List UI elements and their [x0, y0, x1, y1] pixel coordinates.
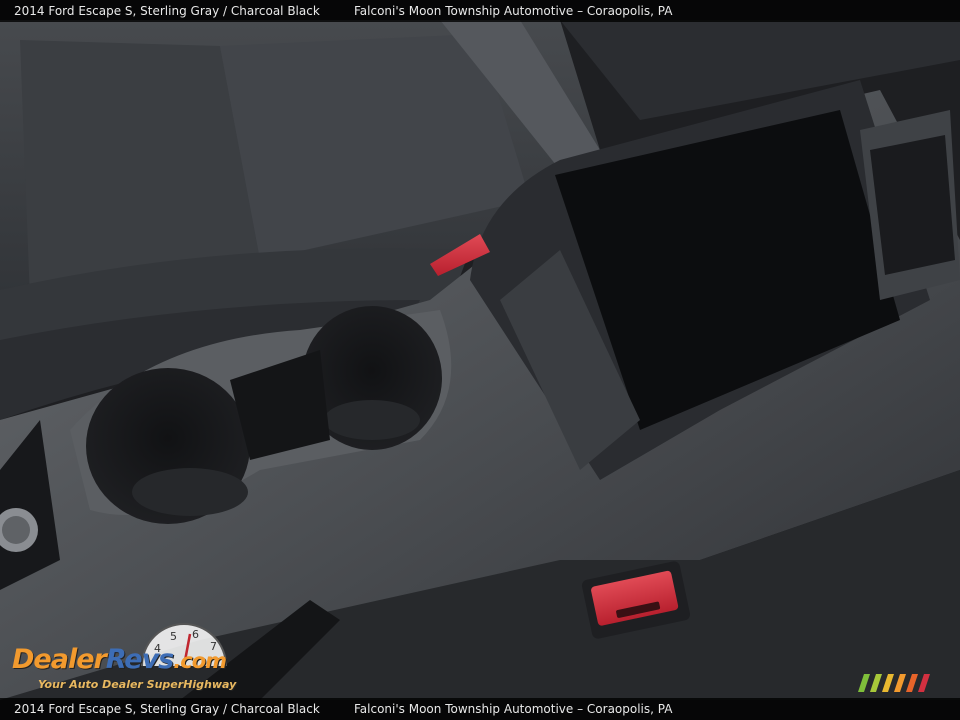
caption-bar-bottom: 2014 Ford Escape S, Sterling Gray / Char…	[0, 698, 960, 720]
dealer-caption: Falconi's Moon Township Automotive – Cor…	[354, 702, 673, 716]
brand-dealer: Dealer	[12, 644, 107, 675]
gauge-digit: 5	[170, 630, 177, 643]
vehicle-caption: 2014 Ford Escape S, Sterling Gray / Char…	[14, 4, 320, 18]
interior-photo	[0, 0, 960, 720]
gauge-digit: 6	[192, 628, 199, 641]
brand-revs: Revs	[105, 644, 174, 675]
brand-tld: .com	[173, 649, 227, 673]
dealer-caption: Falconi's Moon Township Automotive – Cor…	[354, 4, 673, 18]
dealerrevs-watermark: 4 5 6 7 DealerRevs.com Your Auto Dealer …	[10, 622, 280, 696]
vehicle-caption: 2014 Ford Escape S, Sterling Gray / Char…	[14, 702, 320, 716]
watermark-brand: DealerRevs.com	[12, 644, 227, 675]
watermark-tagline: Your Auto Dealer SuperHighway	[38, 678, 237, 691]
caption-bar-top: 2014 Ford Escape S, Sterling Gray / Char…	[0, 0, 960, 22]
stripes-logo-icon	[858, 674, 930, 692]
